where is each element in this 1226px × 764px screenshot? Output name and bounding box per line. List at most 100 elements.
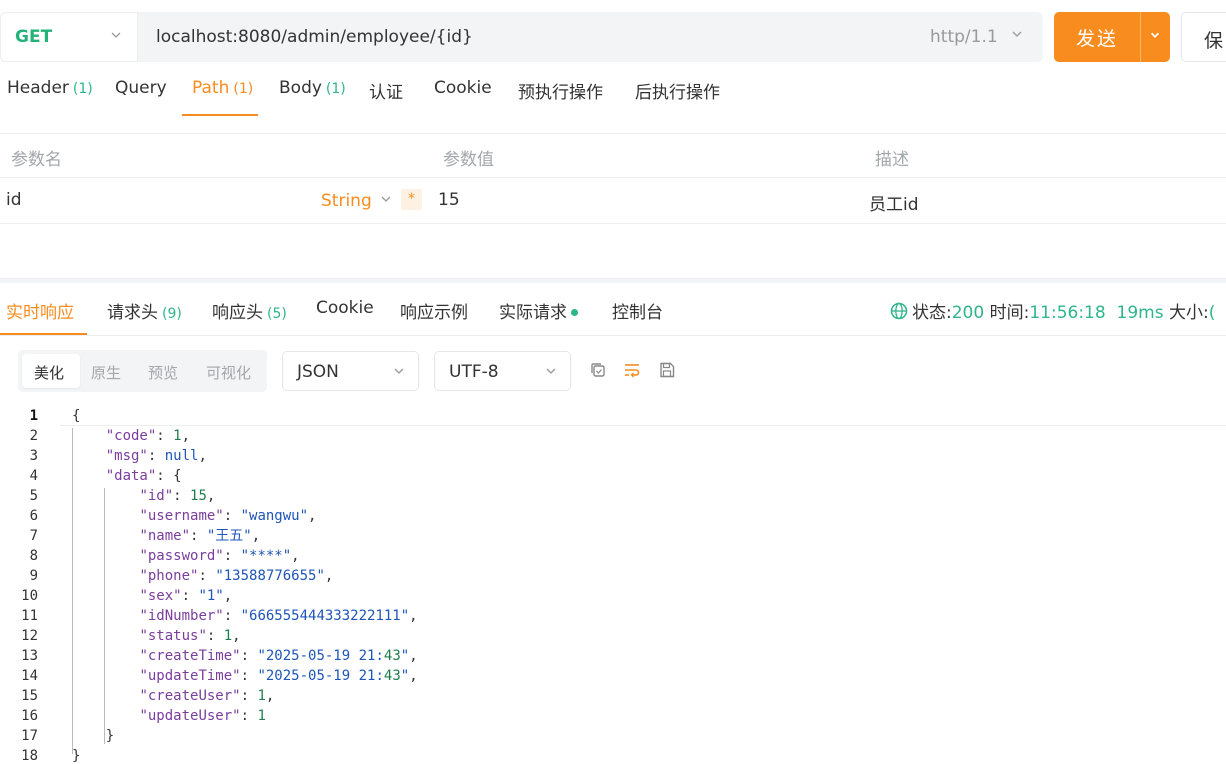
tab-response-example[interactable]: 响应示例 bbox=[400, 298, 468, 323]
code-text: "username": "wangwu", bbox=[139, 508, 317, 524]
line-number: 6 bbox=[29, 508, 38, 524]
tab-path[interactable]: Path (1) bbox=[192, 78, 253, 98]
view-mode-beautify[interactable]: 美化 bbox=[22, 354, 80, 388]
send-button-label: 发送 bbox=[1076, 28, 1119, 50]
line-number: 2 bbox=[29, 428, 38, 444]
tab-label: Header bbox=[7, 78, 69, 98]
tab-label: 请求头 bbox=[107, 303, 158, 323]
view-mode-preview[interactable]: 预览 bbox=[148, 362, 178, 383]
size-value: ( bbox=[1208, 303, 1216, 323]
method-select[interactable]: GET bbox=[0, 12, 138, 62]
view-mode-label: 美化 bbox=[34, 364, 65, 382]
chevron-down-icon bbox=[111, 32, 121, 38]
tab-body[interactable]: Body (1) bbox=[279, 78, 346, 98]
format-select[interactable]: JSON bbox=[282, 351, 419, 391]
code-line: 17 } bbox=[0, 726, 1226, 746]
method-label: GET bbox=[15, 27, 53, 47]
time-label: 时间: bbox=[989, 303, 1030, 323]
encoding-select[interactable]: UTF-8 bbox=[434, 351, 571, 391]
status-label: 状态: bbox=[912, 303, 952, 323]
param-description[interactable]: 员工id bbox=[869, 190, 919, 215]
code-line: 7 "name": "王五", bbox=[0, 526, 1226, 546]
code-line: 5 "id": 15, bbox=[0, 486, 1226, 506]
duration-value: 19ms bbox=[1116, 303, 1164, 323]
chevron-down-icon bbox=[381, 196, 391, 202]
tab-cookie[interactable]: Cookie bbox=[316, 298, 374, 318]
column-header-description: 描述 bbox=[875, 150, 909, 170]
line-number: 4 bbox=[29, 468, 38, 484]
tab-count: (5) bbox=[267, 306, 287, 322]
code-line: 2 "code": 1, bbox=[0, 426, 1226, 446]
save-button-label: 保 bbox=[1204, 30, 1224, 52]
view-mode-raw[interactable]: 原生 bbox=[91, 362, 121, 383]
chevron-down-icon bbox=[394, 368, 404, 374]
tab-pre-script[interactable]: 预执行操作 bbox=[518, 78, 603, 103]
format-label: JSON bbox=[297, 362, 339, 382]
line-number: 16 bbox=[21, 708, 38, 724]
chevron-down-icon[interactable] bbox=[1148, 28, 1162, 42]
tab-post-script[interactable]: 后执行操作 bbox=[635, 78, 720, 103]
tab-query[interactable]: Query bbox=[115, 78, 167, 98]
tab-cookie[interactable]: Cookie bbox=[434, 78, 492, 98]
tab-count: (1) bbox=[72, 81, 93, 97]
view-mode-visualize[interactable]: 可视化 bbox=[206, 362, 251, 383]
line-number: 14 bbox=[21, 668, 38, 684]
code-line: 1{ bbox=[0, 406, 1226, 426]
response-status: 状态:200 时间:11:56:18 19ms 大小:( bbox=[890, 298, 1215, 323]
code-line: 11 "idNumber": "666555444333222111", bbox=[0, 606, 1226, 626]
code-text: "createTime": "2025-05-19 21:43", bbox=[139, 648, 418, 664]
code-text: "name": "王五", bbox=[139, 528, 261, 544]
tab-label: Query bbox=[115, 78, 167, 98]
tab-live-response[interactable]: 实时响应 bbox=[6, 298, 74, 323]
copy-icon[interactable] bbox=[589, 361, 607, 379]
code-text: "status": 1, bbox=[139, 628, 241, 644]
code-text: } bbox=[72, 728, 115, 744]
param-type-select[interactable]: String bbox=[321, 191, 372, 211]
code-text: "updateTime": "2025-05-19 21:43", bbox=[139, 668, 418, 684]
line-number: 11 bbox=[21, 608, 38, 624]
url-input[interactable]: localhost:8080/admin/employee/{id} bbox=[156, 27, 473, 47]
code-text: "msg": null, bbox=[105, 448, 207, 464]
code-text: "sex": "1", bbox=[139, 588, 233, 604]
line-number: 13 bbox=[21, 648, 38, 664]
line-number: 17 bbox=[21, 728, 38, 744]
tab-count: (9) bbox=[162, 306, 182, 322]
response-body-viewer[interactable]: 1{2 "code": 1, 3 "msg": null, 4 "data": {5… bbox=[0, 406, 1226, 764]
panel-divider[interactable] bbox=[0, 278, 1226, 283]
tab-count: (1) bbox=[325, 81, 346, 97]
code-line: 8 "password": "****", bbox=[0, 546, 1226, 566]
tab-request-headers[interactable]: 请求头 (9) bbox=[107, 298, 182, 323]
tab-count: (1) bbox=[233, 81, 254, 97]
code-line: 15 "createUser": 1, bbox=[0, 686, 1226, 706]
code-line: 3 "msg": null, bbox=[0, 446, 1226, 466]
tab-console[interactable]: 控制台 bbox=[612, 298, 663, 323]
wrap-lines-icon[interactable] bbox=[623, 361, 641, 379]
code-line: 13 "createTime": "2025-05-19 21:43", bbox=[0, 646, 1226, 666]
code-text: "code": 1, bbox=[105, 428, 191, 444]
tab-auth[interactable]: 认证 bbox=[369, 78, 403, 103]
code-line: 14 "updateTime": "2025-05-19 21:43", bbox=[0, 666, 1226, 686]
save-button[interactable]: 保 bbox=[1181, 12, 1226, 62]
tab-header[interactable]: Header (1) bbox=[7, 78, 93, 98]
line-number: 3 bbox=[29, 448, 38, 464]
active-tab-indicator bbox=[0, 333, 87, 335]
tab-label: 后执行操作 bbox=[635, 83, 720, 103]
code-line: 9 "phone": "13588776655", bbox=[0, 566, 1226, 586]
tab-response-headers[interactable]: 响应头 (5) bbox=[212, 298, 287, 323]
protocol-select[interactable]: http/1.1 bbox=[930, 27, 998, 47]
save-icon[interactable] bbox=[658, 361, 676, 379]
size-label: 大小: bbox=[1168, 303, 1209, 323]
tab-label: Body bbox=[279, 78, 322, 98]
request-bar: GET localhost:8080/admin/employee/{id} h… bbox=[0, 12, 1043, 62]
column-header-name: 参数名 bbox=[11, 150, 62, 170]
tab-actual-request[interactable]: 实际请求 bbox=[499, 298, 578, 323]
line-number: 9 bbox=[29, 568, 38, 584]
line-number: 8 bbox=[29, 548, 38, 564]
required-toggle[interactable]: * bbox=[401, 189, 422, 210]
param-value[interactable]: 15 bbox=[438, 190, 460, 210]
param-name[interactable]: id bbox=[6, 190, 22, 210]
view-mode-switch: 美化 原生 预览 可视化 bbox=[18, 350, 267, 392]
time-value: 11:56:18 bbox=[1029, 303, 1106, 323]
line-number: 18 bbox=[21, 748, 38, 764]
send-button[interactable]: 发送 bbox=[1054, 12, 1170, 62]
